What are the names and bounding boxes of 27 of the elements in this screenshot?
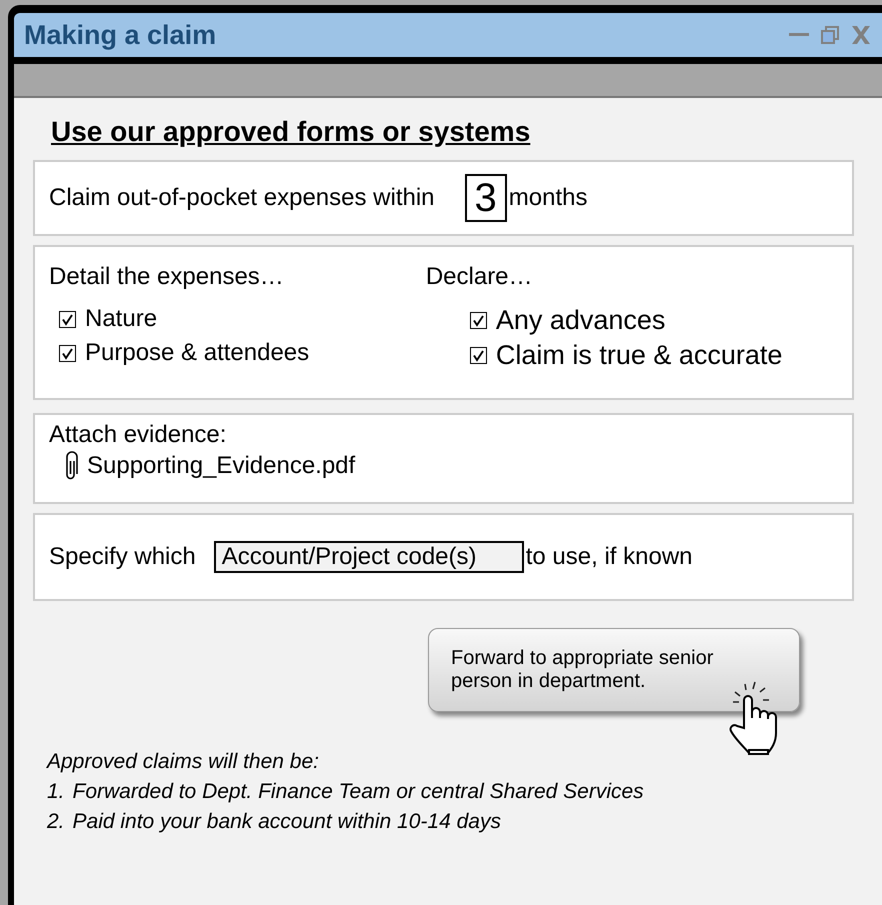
section-title: Detail the expenses… (49, 263, 285, 291)
checkbox[interactable] (470, 347, 487, 364)
file-link[interactable]: Supporting_Evidence.pdf (87, 452, 356, 480)
paperclip-icon (63, 451, 79, 481)
step-text: Paid into your bank account within 10-14 days (72, 810, 501, 834)
notes-intro: Approved claims will then be: (47, 750, 320, 774)
step-text: Forwarded to Dept. Finance Team or central Shared Services (72, 780, 644, 804)
section-title: Declare… (426, 263, 534, 291)
instruction-text: Specify which (49, 543, 196, 571)
checkbox[interactable] (470, 312, 487, 329)
month-count: 3 (464, 174, 507, 222)
checkbox-label: Purpose & attendees (85, 339, 310, 367)
checkbox-label: Claim is true & accurate (496, 340, 782, 371)
checkbox[interactable] (59, 310, 76, 328)
checkbox-label: Nature (85, 305, 158, 333)
instruction-text: Claim out-of-pocket expenses within (49, 184, 435, 212)
checkbox-label: Any advances (496, 305, 666, 336)
unit-label: months (508, 184, 588, 212)
window-title: Making a claim (24, 20, 216, 50)
heading: Use our approved forms or systems (51, 116, 530, 148)
section-title: Attach evidence: (49, 421, 228, 449)
instruction-text: to use, if known (526, 543, 692, 571)
step-number: 2. (47, 810, 65, 834)
code-field[interactable]: Account/Project code(s) (214, 541, 524, 573)
step-number: 1. (47, 780, 65, 804)
forward-button[interactable]: Forward to appropriate senior person in department. (428, 628, 800, 712)
checkbox[interactable] (59, 344, 76, 362)
